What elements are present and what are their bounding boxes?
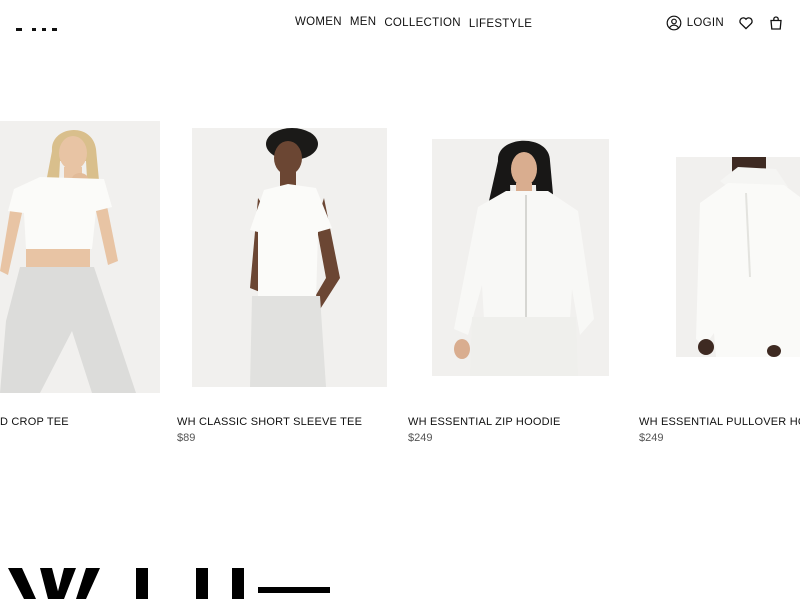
nav-item-men[interactable]: MEN [350,16,376,30]
product-price: $89 [177,432,196,444]
bag-icon[interactable] [768,15,784,31]
login-button[interactable]: LOGIN [666,15,724,31]
user-icon [666,15,682,31]
product-image[interactable] [0,121,160,393]
product-name[interactable]: WH CLASSIC SHORT SLEEVE TEE [177,416,362,428]
site-header: WOMEN MEN COLLECTION LIFESTYLE LOGIN [0,0,800,46]
header-actions: LOGIN [666,15,784,31]
product-image[interactable] [192,128,387,387]
product-image[interactable] [676,157,800,357]
brand-wordmark [0,560,800,599]
login-label: LOGIN [686,17,724,29]
product-name[interactable]: WH ESSENTIAL PULLOVER HOO [639,416,800,428]
nav-item-lifestyle[interactable]: LIFESTYLE [469,18,532,32]
nav-item-collection[interactable]: COLLECTION [384,17,461,31]
product-name[interactable]: D CROP TEE [0,416,69,428]
main-nav: WOMEN MEN COLLECTION LIFESTYLE [295,16,532,30]
product-image[interactable] [432,139,609,376]
product-price: $249 [639,432,664,444]
logo[interactable] [14,22,64,34]
product-price: $249 [408,432,433,444]
nav-item-women[interactable]: WOMEN [295,16,342,30]
product-name[interactable]: WH ESSENTIAL ZIP HOODIE [408,416,561,428]
heart-icon[interactable] [738,15,754,31]
